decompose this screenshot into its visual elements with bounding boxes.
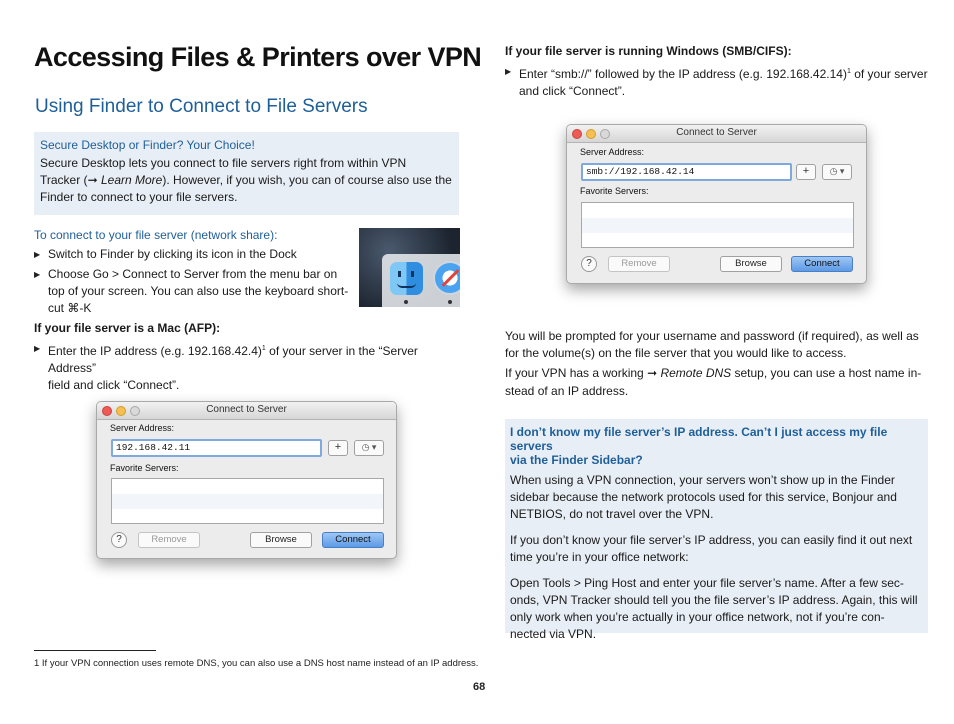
server-address-input[interactable]: smb://192.168.42.14 <box>581 163 792 181</box>
favorite-servers-label: Favorite Servers: <box>110 463 179 473</box>
recent-servers-button[interactable]: ◷ ▾ <box>822 164 852 180</box>
remove-button[interactable]: Remove <box>138 532 200 548</box>
tip-box: Secure Desktop or Finder? Your Choice! S… <box>34 132 459 215</box>
connect-to-server-dialog: Connect to Server Server Address: smb://… <box>566 124 867 284</box>
mac-list: ▶ Enter the IP address (e.g. 192.168.42.4… <box>34 340 464 394</box>
prompt-paragraph: You will be prompted for your username a… <box>505 329 919 360</box>
footnote-rule <box>34 650 156 651</box>
add-favorite-button[interactable]: + <box>328 440 348 456</box>
server-address-label: Server Address: <box>580 147 645 157</box>
page-number: 68 <box>473 681 486 693</box>
browse-button[interactable]: Browse <box>720 256 782 272</box>
mac-heading: If your file server is a Mac (AFP): <box>34 321 221 335</box>
bullet-icon: ▶ <box>34 270 41 279</box>
add-favorite-button[interactable]: + <box>796 164 816 180</box>
windows-heading: If your file server is running Windows (… <box>505 44 792 58</box>
favorite-servers-list[interactable] <box>111 478 384 524</box>
list-item: ▶ Switch to Finder by clicking its icon i… <box>34 247 297 261</box>
arrow-icon: ➞ <box>647 366 658 380</box>
footnote: 1 If your VPN connection uses remote DNS… <box>34 658 479 669</box>
section-title: Using Finder to Connect to File Servers <box>35 96 368 117</box>
list-item: ▶ Choose Go > Connect to Server from the … <box>34 267 349 315</box>
bullet-icon: ▶ <box>505 67 512 76</box>
finder-icon <box>390 262 423 295</box>
faq-paragraph: If you don’t know your file server’s IP … <box>510 533 913 564</box>
faq-box: I don’t know my file server’s IP address… <box>505 419 928 641</box>
connect-button[interactable]: Connect <box>322 532 384 548</box>
list-item: ▶ Enter “smb://” followed by the IP addre… <box>505 63 935 100</box>
bullet-icon: ▶ <box>34 344 41 353</box>
faq-paragraph: When using a VPN connection, your server… <box>510 473 897 521</box>
dialog-title: Connect to Server <box>206 404 287 415</box>
remote-dns-link[interactable]: Remote DNS <box>660 366 731 380</box>
faq-box-title: I don’t know my file server’s IP address… <box>510 425 888 467</box>
faq-paragraph: Open Tools > Ping Host and enter your fi… <box>510 576 918 641</box>
server-address-input[interactable]: 192.168.42.11 <box>111 439 322 457</box>
arrow-icon: ➞ <box>87 173 98 187</box>
dialog-titlebar: Connect to Server <box>567 125 866 143</box>
dialog-title: Connect to Server <box>676 127 757 138</box>
safari-icon <box>433 261 460 295</box>
dock-screenshot <box>359 228 460 307</box>
bullet-icon: ▶ <box>34 250 41 259</box>
connect-button[interactable]: Connect <box>791 256 853 272</box>
remove-button[interactable]: Remove <box>608 256 670 272</box>
page-title: Accessing Files & Printers over VPN <box>34 42 482 72</box>
network-share-list: ▶ Switch to Finder by clicking its icon i… <box>34 246 356 317</box>
learn-more-link[interactable]: Learn More <box>101 173 162 187</box>
help-button[interactable]: ? <box>111 532 127 548</box>
list-item: ▶ Enter the IP address (e.g. 192.168.42.4… <box>34 340 464 394</box>
connect-to-server-dialog: Connect to Server Server Address: 192.16… <box>96 401 397 559</box>
favorite-servers-list[interactable] <box>581 202 854 248</box>
tip-box-title: Secure Desktop or Finder? Your Choice! <box>40 138 255 152</box>
recent-servers-button[interactable]: ◷ ▾ <box>354 440 384 456</box>
help-button[interactable]: ? <box>581 256 597 272</box>
tip-box-text: Secure Desktop lets you connect to file … <box>40 156 452 204</box>
browse-button[interactable]: Browse <box>250 532 312 548</box>
server-address-label: Server Address: <box>110 423 175 433</box>
windows-list: ▶ Enter “smb://” followed by the IP addre… <box>505 63 935 100</box>
favorite-servers-label: Favorite Servers: <box>580 186 649 196</box>
network-share-heading: To connect to your file server (network … <box>34 228 278 242</box>
remote-dns-paragraph: If your VPN has a working ➞ Remote DNS s… <box>505 366 922 398</box>
dialog-titlebar: Connect to Server <box>97 402 396 420</box>
